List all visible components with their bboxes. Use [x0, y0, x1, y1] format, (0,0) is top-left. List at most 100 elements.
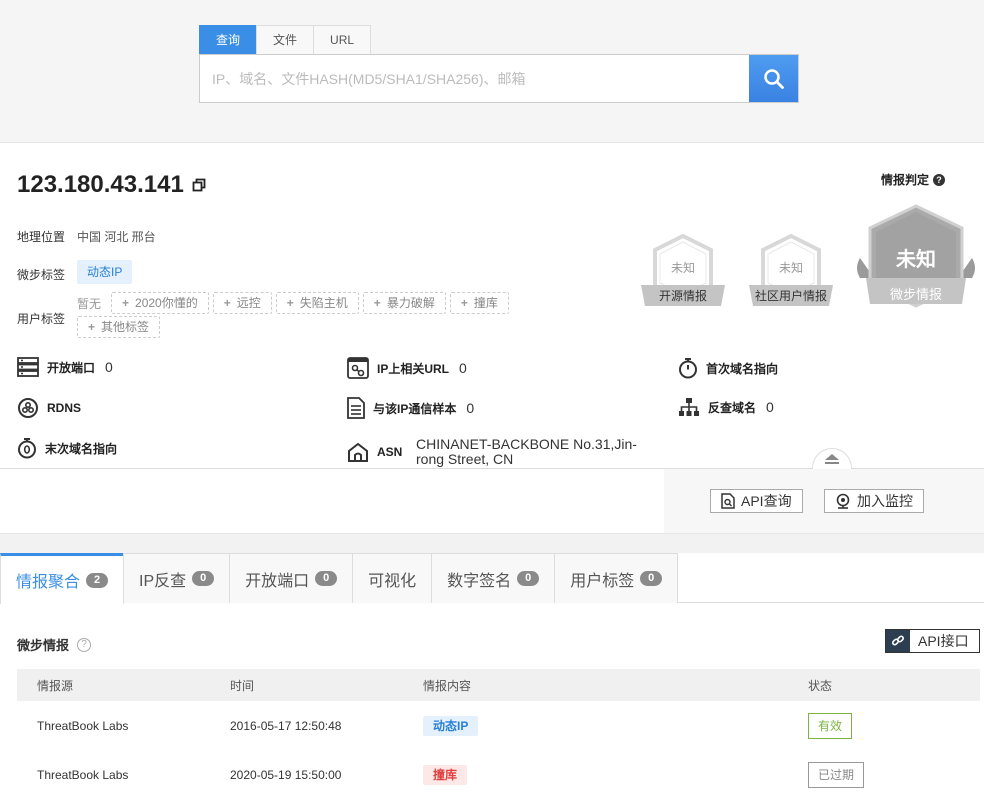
search-box	[199, 54, 799, 103]
stat-ip-urls[interactable]: IP上相关URL 0	[347, 357, 467, 379]
count-badge: 0	[315, 571, 338, 586]
copy-icon[interactable]	[192, 171, 206, 199]
stat-samples[interactable]: 与该IP通信样本 0	[347, 397, 474, 419]
svg-text:未知: 未知	[671, 261, 695, 275]
intel-section-title: 微步情报 ?	[17, 635, 92, 654]
tab-digital-signature[interactable]: 数字签名 0	[431, 553, 556, 603]
server-icon	[17, 357, 39, 377]
user-tags: 暂无 +2020你懂的 + 远控 + 失陷主机 + 暴力破解 + 撞库 + 其他标签	[77, 292, 547, 340]
svg-text:社区用户情报: 社区用户情报	[755, 288, 827, 303]
stat-last-domain[interactable]: 末次域名指向	[17, 437, 117, 459]
stat-reverse-domain[interactable]: 反查域名 0	[678, 397, 774, 417]
tab-ip-reverse[interactable]: IP反查 0	[123, 553, 231, 603]
table-row: ThreatBook Labs 2016-05-17 12:50:48 动态IP…	[17, 701, 980, 750]
row-content: 动态IP	[403, 701, 788, 750]
col-source: 情报源	[17, 669, 210, 701]
rdns-icon	[17, 397, 39, 419]
stat-first-domain[interactable]: 首次域名指向	[678, 357, 778, 379]
help-icon[interactable]: ?	[77, 637, 92, 652]
svg-text:开源情报: 开源情报	[659, 288, 707, 303]
user-tag-item[interactable]: + 其他标签	[77, 316, 161, 338]
col-content: 情报内容	[403, 669, 788, 701]
user-tag-label: 用户标签	[17, 312, 66, 326]
search-tabs: 查询 文件 URL	[199, 25, 372, 54]
stat-open-ports[interactable]: 开放端口 0	[17, 357, 113, 377]
section-gap	[0, 533, 984, 553]
status-badge: 有效	[808, 712, 853, 739]
tab-user-tags[interactable]: 用户标签 0	[554, 553, 679, 603]
tab-intel-aggregate[interactable]: 情报聚合 2	[0, 553, 125, 604]
col-status: 状态	[788, 669, 980, 701]
user-tag-item[interactable]: + 远控	[212, 292, 272, 314]
document-icon	[347, 397, 365, 419]
badge-threatbook: 未知 微步情报	[857, 204, 975, 308]
collapse-button[interactable]	[812, 448, 852, 469]
table-row: ThreatBook Labs 2020-05-19 15:50:00 撞库 已…	[17, 750, 980, 799]
result-tabs: 情报聚合 2 IP反查 0 开放端口 0 可视化 数字签名 0 用户标签 0	[0, 553, 984, 604]
user-tag-item[interactable]: + 失陷主机	[275, 292, 359, 314]
svg-text:未知: 未知	[896, 247, 936, 271]
add-monitor-button[interactable]: 加入监控	[824, 489, 924, 513]
row-status: 已过期	[788, 750, 980, 799]
search-button[interactable]	[749, 55, 798, 102]
plus-icon: +	[88, 320, 96, 334]
tab-visualization[interactable]: 可视化	[352, 553, 433, 603]
count-badge: 2	[86, 572, 109, 588]
search-area: 查询 文件 URL	[0, 0, 984, 143]
threatbook-tag-label: 微步标签	[17, 268, 66, 282]
row-status: 有效	[788, 701, 980, 750]
api-query-button[interactable]: API查询	[710, 489, 803, 513]
plus-icon: +	[460, 296, 468, 310]
tab-file[interactable]: 文件	[256, 25, 315, 54]
search-input[interactable]	[200, 55, 749, 102]
asn-value: CHINANET-BACKBONE No.31,Jin-rong Street,…	[416, 436, 637, 467]
intel-tag: 动态IP	[423, 715, 479, 736]
api-interface-button[interactable]: API接口	[885, 629, 980, 653]
plus-icon: +	[286, 296, 294, 310]
intel-table: 情报源 时间 情报内容 状态 ThreatBook Labs 2016-05-1…	[17, 669, 980, 799]
geo-value: 中国 河北 邢台	[77, 230, 156, 244]
user-tag-item[interactable]: + 暴力破解	[362, 292, 446, 314]
house-icon	[347, 442, 369, 462]
sitemap-icon	[678, 397, 700, 417]
count-badge: 0	[640, 571, 663, 586]
stopwatch-zero-icon	[17, 437, 37, 459]
svg-text:未知: 未知	[779, 261, 803, 275]
ip-address-title: 123.180.43.141	[17, 171, 206, 199]
eject-icon	[825, 454, 839, 464]
badge-open-source: 未知 开源情报	[641, 234, 725, 306]
intel-tag: 撞库	[423, 764, 468, 785]
user-tag-item[interactable]: +2020你懂的	[111, 292, 209, 314]
user-tags-none: 暂无	[77, 297, 102, 311]
monitor-icon	[835, 493, 851, 509]
verdict-label: 情报判定 ?	[881, 171, 946, 188]
row-source: ThreatBook Labs	[37, 718, 129, 733]
ip-address: 123.180.43.141	[17, 171, 184, 198]
plus-icon: +	[122, 296, 130, 310]
svg-text:微步情报: 微步情报	[890, 288, 942, 303]
plus-icon: +	[223, 296, 231, 310]
link-chain-icon	[886, 630, 910, 652]
badge-community: 未知 社区用户情报	[749, 234, 833, 306]
stat-rdns[interactable]: RDNS	[17, 397, 81, 419]
status-badge: 已过期	[808, 761, 865, 788]
row-source: ThreatBook Labs	[37, 767, 129, 782]
search-icon	[763, 68, 784, 89]
help-icon[interactable]: ?	[933, 173, 946, 186]
user-tag-item[interactable]: + 撞库	[449, 292, 509, 314]
tab-open-ports[interactable]: 开放端口 0	[229, 553, 354, 603]
stopwatch-icon	[678, 357, 698, 379]
count-badge: 0	[192, 571, 215, 586]
threatbook-tag: 动态IP	[77, 260, 133, 284]
col-time: 时间	[210, 669, 403, 701]
row-content: 撞库	[403, 750, 788, 799]
row-time: 2020-05-19 15:50:00	[230, 767, 342, 782]
tab-url[interactable]: URL	[313, 25, 372, 54]
tab-query[interactable]: 查询	[199, 25, 258, 54]
plus-icon: +	[373, 296, 381, 310]
link-icon	[347, 357, 369, 379]
geo-label: 地理位置	[17, 230, 66, 244]
count-badge: 0	[517, 571, 540, 586]
doc-search-icon	[721, 493, 735, 509]
stat-asn: ASN	[347, 442, 402, 462]
